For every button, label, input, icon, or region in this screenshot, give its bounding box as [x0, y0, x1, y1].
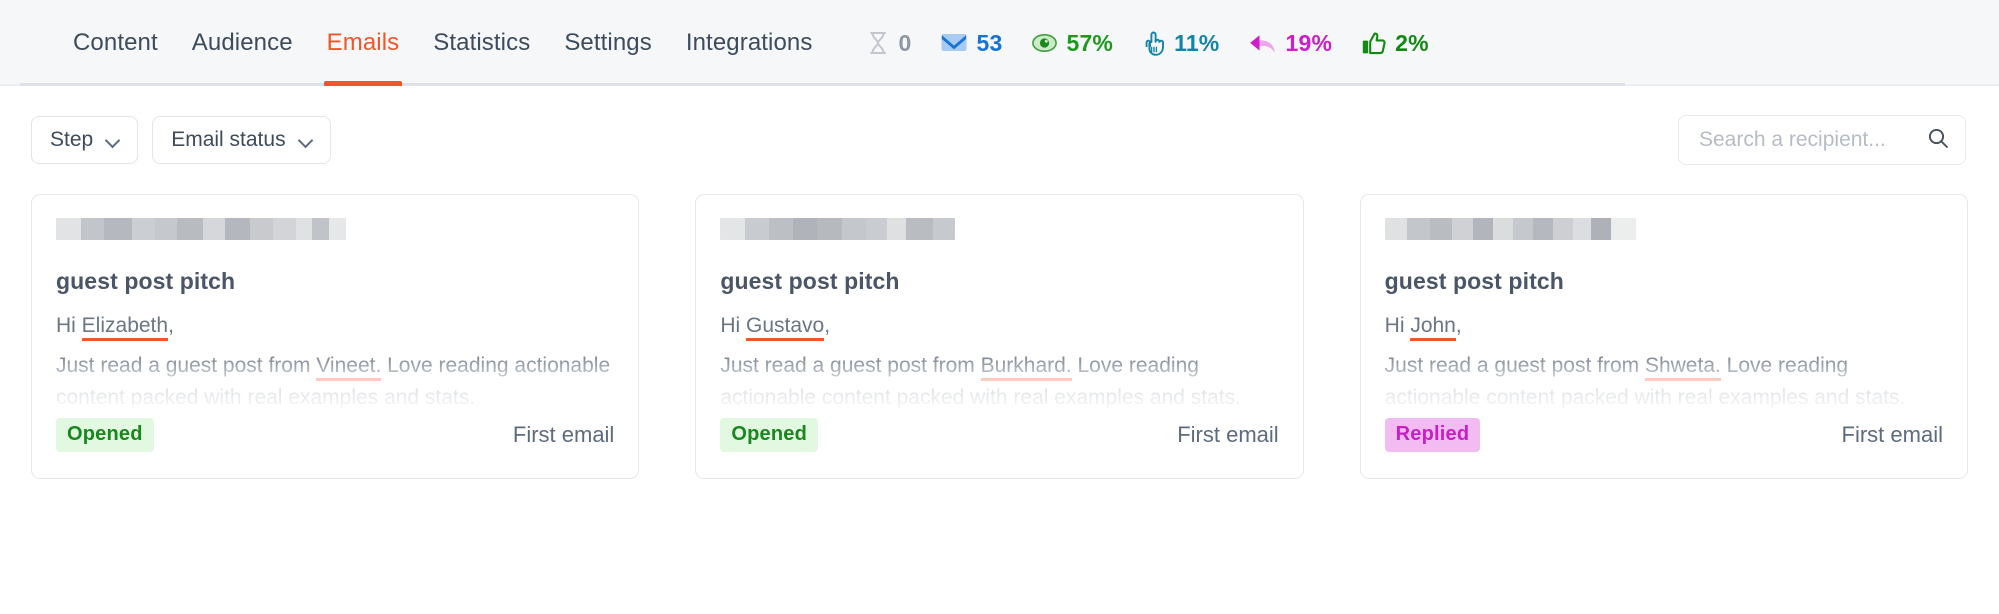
email-subject: guest post pitch	[56, 268, 236, 294]
email-step-label: First email	[512, 422, 615, 448]
tab-statistics[interactable]: Statistics	[416, 0, 547, 86]
email-status-filter[interactable]: Email status	[152, 116, 331, 164]
email-card[interactable]: guest post pitch Hi Elizabeth, Just read a…	[31, 194, 640, 480]
stat-value: 0	[898, 29, 912, 56]
tab-label: Emails	[326, 29, 400, 56]
email-preview-body: Hi Elizabeth, Just read a guest post from…	[56, 310, 615, 415]
greeting-prefix: Hi	[1384, 314, 1411, 337]
filter-label: Email status	[171, 128, 286, 151]
search-icon[interactable]	[1927, 127, 1949, 154]
email-card-footer: Opened First email	[56, 418, 615, 453]
author-variable: Burkhard.	[980, 354, 1072, 382]
greeting-suffix: ,	[824, 314, 831, 337]
stat-value: 57%	[1066, 29, 1114, 56]
stat-opened[interactable]: 57%	[1032, 30, 1113, 57]
email-step-label: First email	[1841, 422, 1943, 448]
stat-value: 19%	[1285, 29, 1333, 56]
email-subject: guest post pitch	[720, 268, 900, 294]
email-greeting-line: Hi Gustavo,	[720, 310, 1278, 342]
app-header: Content Audience Emails Statistics Settings I…	[0, 0, 1999, 86]
stat-value: 2%	[1395, 29, 1429, 56]
header-divider	[20, 83, 1625, 86]
email-greeting-line: Hi John,	[1385, 310, 1943, 342]
click-pointer-icon	[1143, 31, 1165, 56]
tab-settings[interactable]: Settings	[547, 0, 669, 86]
email-card[interactable]: guest post pitch Hi John, Just read a gues…	[1359, 194, 1968, 480]
tab-label: Integrations	[685, 29, 813, 56]
stat-replied[interactable]: 19%	[1249, 30, 1332, 57]
email-step-label: First email	[1177, 422, 1279, 448]
status-badge: Opened	[720, 418, 818, 453]
campaign-stats: 0 53 57% 11% 19% 2%	[867, 30, 1429, 57]
filter-label: Step	[50, 128, 94, 151]
chevron-down-icon	[300, 134, 313, 147]
recipient-variable: Elizabeth	[81, 314, 169, 341]
chevron-down-icon	[107, 134, 120, 147]
author-variable: Vineet.	[316, 354, 382, 382]
tab-label: Content	[73, 29, 158, 56]
stat-pending[interactable]: 0	[867, 30, 911, 57]
tab-emails[interactable]: Emails	[310, 0, 417, 86]
stat-sent[interactable]: 53	[941, 30, 1002, 57]
recipient-variable: John	[1410, 314, 1456, 341]
greeting-prefix: Hi	[56, 314, 82, 337]
eye-icon	[1032, 33, 1058, 53]
email-preview-body: Hi Gustavo, Just read a guest post from B…	[720, 310, 1279, 415]
filter-toolbar: Step Email status	[0, 86, 1999, 194]
stat-value: 11%	[1174, 29, 1220, 56]
thumbs-up-icon	[1362, 32, 1386, 55]
greeting-suffix: ,	[168, 314, 174, 337]
email-body-line: Just read a guest post from Shweta. Love…	[1385, 350, 1943, 414]
recipient-variable: Gustavo	[746, 314, 825, 341]
status-badge: Replied	[1384, 418, 1481, 453]
body-prefix: Just read a guest post from	[720, 354, 981, 378]
step-filter[interactable]: Step	[31, 116, 139, 164]
email-preview-body: Hi John, Just read a guest post from Shwe…	[1384, 310, 1943, 415]
email-subject: guest post pitch	[1384, 268, 1564, 294]
tab-audience[interactable]: Audience	[175, 0, 310, 86]
tab-label: Settings	[564, 29, 652, 56]
email-body-line: Just read a guest post from Burkhard. Lo…	[720, 350, 1278, 414]
body-prefix: Just read a guest post from	[56, 354, 317, 378]
email-body-line: Just read a guest post from Vineet. Love…	[56, 350, 614, 414]
filter-group: Step Email status	[31, 116, 331, 164]
body-prefix: Just read a guest post from	[1384, 354, 1645, 378]
stat-clicked[interactable]: 11%	[1143, 30, 1219, 57]
tab-integrations[interactable]: Integrations	[669, 0, 830, 86]
email-card-footer: Replied First email	[1384, 418, 1943, 453]
stat-value: 53	[976, 29, 1003, 56]
email-cards-grid: guest post pitch Hi Elizabeth, Just read a…	[0, 194, 1999, 480]
greeting-prefix: Hi	[720, 314, 746, 337]
envelope-icon	[941, 33, 967, 53]
email-card[interactable]: guest post pitch Hi Gustavo, Just read a g…	[695, 194, 1304, 480]
search-recipient-box[interactable]	[1678, 115, 1966, 165]
hourglass-icon	[867, 31, 889, 55]
main-nav-tabs: Content Audience Emails Statistics Settings I…	[56, 0, 829, 86]
redacted-recipient-bar	[1384, 218, 1636, 240]
email-card-footer: Opened First email	[720, 418, 1279, 453]
reply-arrow-icon	[1249, 33, 1276, 54]
redacted-recipient-bar	[720, 218, 955, 240]
tab-label: Audience	[191, 29, 293, 56]
search-input[interactable]	[1697, 127, 1927, 153]
tab-content[interactable]: Content	[56, 0, 175, 86]
redacted-recipient-bar	[56, 218, 347, 240]
author-variable: Shweta.	[1644, 354, 1721, 382]
stat-interested[interactable]: 2%	[1362, 30, 1429, 57]
greeting-suffix: ,	[1455, 314, 1462, 337]
email-greeting-line: Hi Elizabeth,	[56, 310, 614, 342]
status-badge: Opened	[56, 418, 154, 453]
tab-label: Statistics	[433, 29, 531, 56]
